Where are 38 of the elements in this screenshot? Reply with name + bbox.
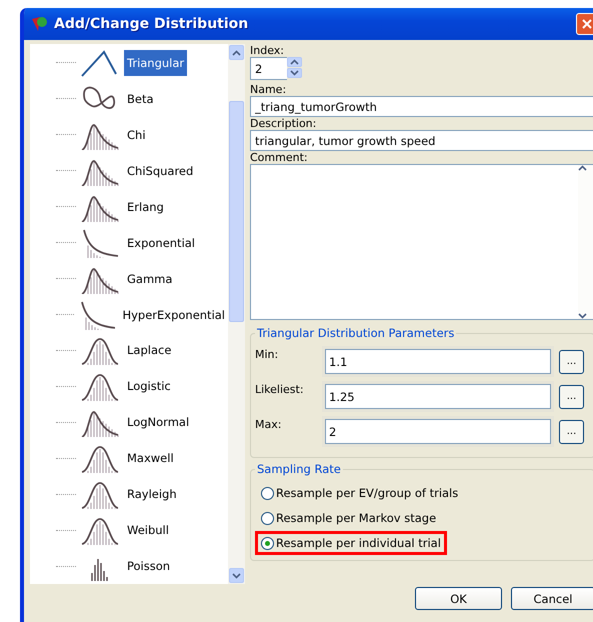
list-item[interactable]: Laplace bbox=[124, 337, 174, 364]
window-title: Add/Change Distribution bbox=[54, 16, 250, 32]
name-field[interactable]: _triang_tumorGrowth bbox=[250, 96, 593, 117]
list-item[interactable]: Exponential bbox=[124, 230, 198, 256]
radio-option[interactable]: Resample per individual trial bbox=[255, 531, 447, 555]
list-item[interactable]: Erlang bbox=[124, 194, 167, 220]
field-label: Likeliest: bbox=[255, 382, 305, 396]
group-title: Triangular Distribution Parameters bbox=[256, 326, 456, 340]
list-item[interactable]: HyperExponential bbox=[119, 302, 228, 328]
radio-option[interactable]: Resample per Markov stage bbox=[255, 506, 442, 530]
list-item[interactable]: Chi bbox=[124, 122, 149, 148]
field-label: Comment: bbox=[250, 151, 309, 164]
parameter-field[interactable]: 1.25 bbox=[325, 384, 551, 409]
list-item[interactable]: Gamma bbox=[124, 266, 176, 292]
list-item[interactable]: Weibull bbox=[124, 517, 172, 544]
dialog-button[interactable]: OK bbox=[415, 587, 502, 610]
list-item[interactable]: ChiSquared bbox=[124, 158, 196, 184]
group-title: Sampling Rate bbox=[256, 462, 342, 476]
browse-button[interactable]: ... bbox=[559, 384, 584, 408]
radio-option[interactable]: Resample per EV/group of trials bbox=[255, 481, 464, 505]
description-field[interactable]: triangular, tumor growth speed bbox=[250, 130, 593, 151]
list-item[interactable]: Maxwell bbox=[124, 445, 177, 472]
list-item[interactable]: Poisson bbox=[124, 553, 174, 580]
list-item[interactable]: Beta bbox=[124, 86, 157, 112]
field-label: Description: bbox=[250, 117, 318, 130]
list-item[interactable]: Triangular bbox=[124, 50, 188, 76]
browse-button[interactable]: ... bbox=[559, 350, 584, 374]
field-label: Index: bbox=[250, 44, 285, 57]
browse-button[interactable]: ... bbox=[559, 420, 584, 444]
field-label: Name: bbox=[250, 83, 288, 96]
list-item[interactable]: Rayleigh bbox=[124, 481, 180, 508]
field-label: Min: bbox=[255, 347, 280, 361]
list-item[interactable]: LogNormal bbox=[124, 409, 192, 436]
list-item[interactable]: Logistic bbox=[124, 373, 174, 400]
dialog-button[interactable]: Cancel bbox=[511, 587, 593, 610]
parameter-field[interactable]: 2 bbox=[325, 419, 551, 444]
parameter-field[interactable]: 1.1 bbox=[325, 349, 551, 374]
field-label: Max: bbox=[255, 417, 282, 431]
